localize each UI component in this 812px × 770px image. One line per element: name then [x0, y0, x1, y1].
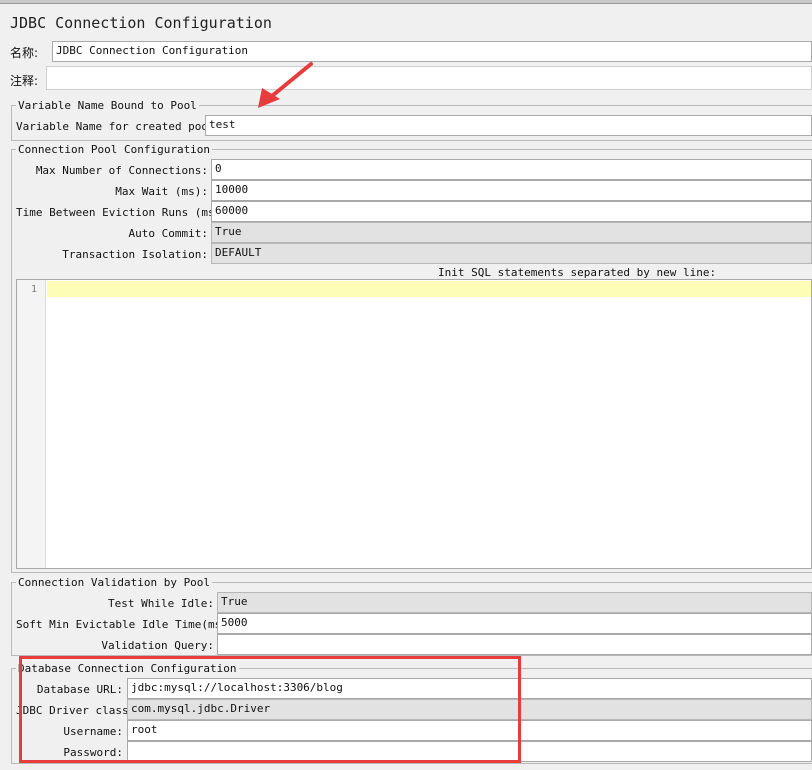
validation-query-input[interactable]	[217, 634, 812, 655]
highlight-box-annotation	[19, 656, 521, 763]
variable-pool-legend: Variable Name Bound to Pool	[16, 99, 199, 112]
soft-min-idle-label: Soft Min Evictable Idle Time(ms):	[16, 618, 235, 631]
max-wait-label: Max Wait (ms):	[115, 185, 208, 198]
max-connections-label: Max Number of Connections:	[35, 164, 208, 177]
current-line-highlight	[47, 281, 811, 297]
max-wait-input[interactable]: 10000	[211, 180, 812, 201]
eviction-runs-label: Time Between Eviction Runs (ms):	[16, 206, 228, 219]
test-while-idle-select[interactable]: True	[217, 592, 812, 613]
variable-name-label: Variable Name for created pool:	[16, 120, 222, 133]
validation-legend: Connection Validation by Pool	[16, 576, 213, 589]
variable-name-input[interactable]: test	[205, 115, 812, 136]
init-sql-editor[interactable]: 1	[16, 279, 812, 569]
transaction-isolation-select[interactable]: DEFAULT	[211, 243, 812, 264]
page-title: JDBC Connection Configuration	[10, 14, 272, 32]
name-input[interactable]: JDBC Connection Configuration	[52, 41, 812, 62]
soft-min-idle-input[interactable]: 5000	[217, 613, 812, 634]
comment-label: 注释:	[10, 74, 39, 88]
max-connections-input[interactable]: 0	[211, 159, 812, 180]
name-label: 名称:	[10, 46, 39, 60]
eviction-runs-input[interactable]: 60000	[211, 201, 812, 222]
init-sql-label: Init SQL statements separated by new lin…	[438, 266, 717, 279]
test-while-idle-label: Test While Idle:	[108, 597, 214, 610]
comment-input[interactable]	[46, 66, 812, 90]
auto-commit-label: Auto Commit:	[128, 227, 208, 240]
line-number: 1	[30, 284, 37, 295]
pool-config-legend: Connection Pool Configuration	[16, 143, 213, 156]
transaction-isolation-label: Transaction Isolation:	[62, 248, 208, 261]
line-number-gutter: 1	[17, 280, 46, 568]
window-top-border	[0, 0, 812, 4]
validation-query-label: Validation Query:	[101, 639, 214, 652]
auto-commit-select[interactable]: True	[211, 222, 812, 243]
